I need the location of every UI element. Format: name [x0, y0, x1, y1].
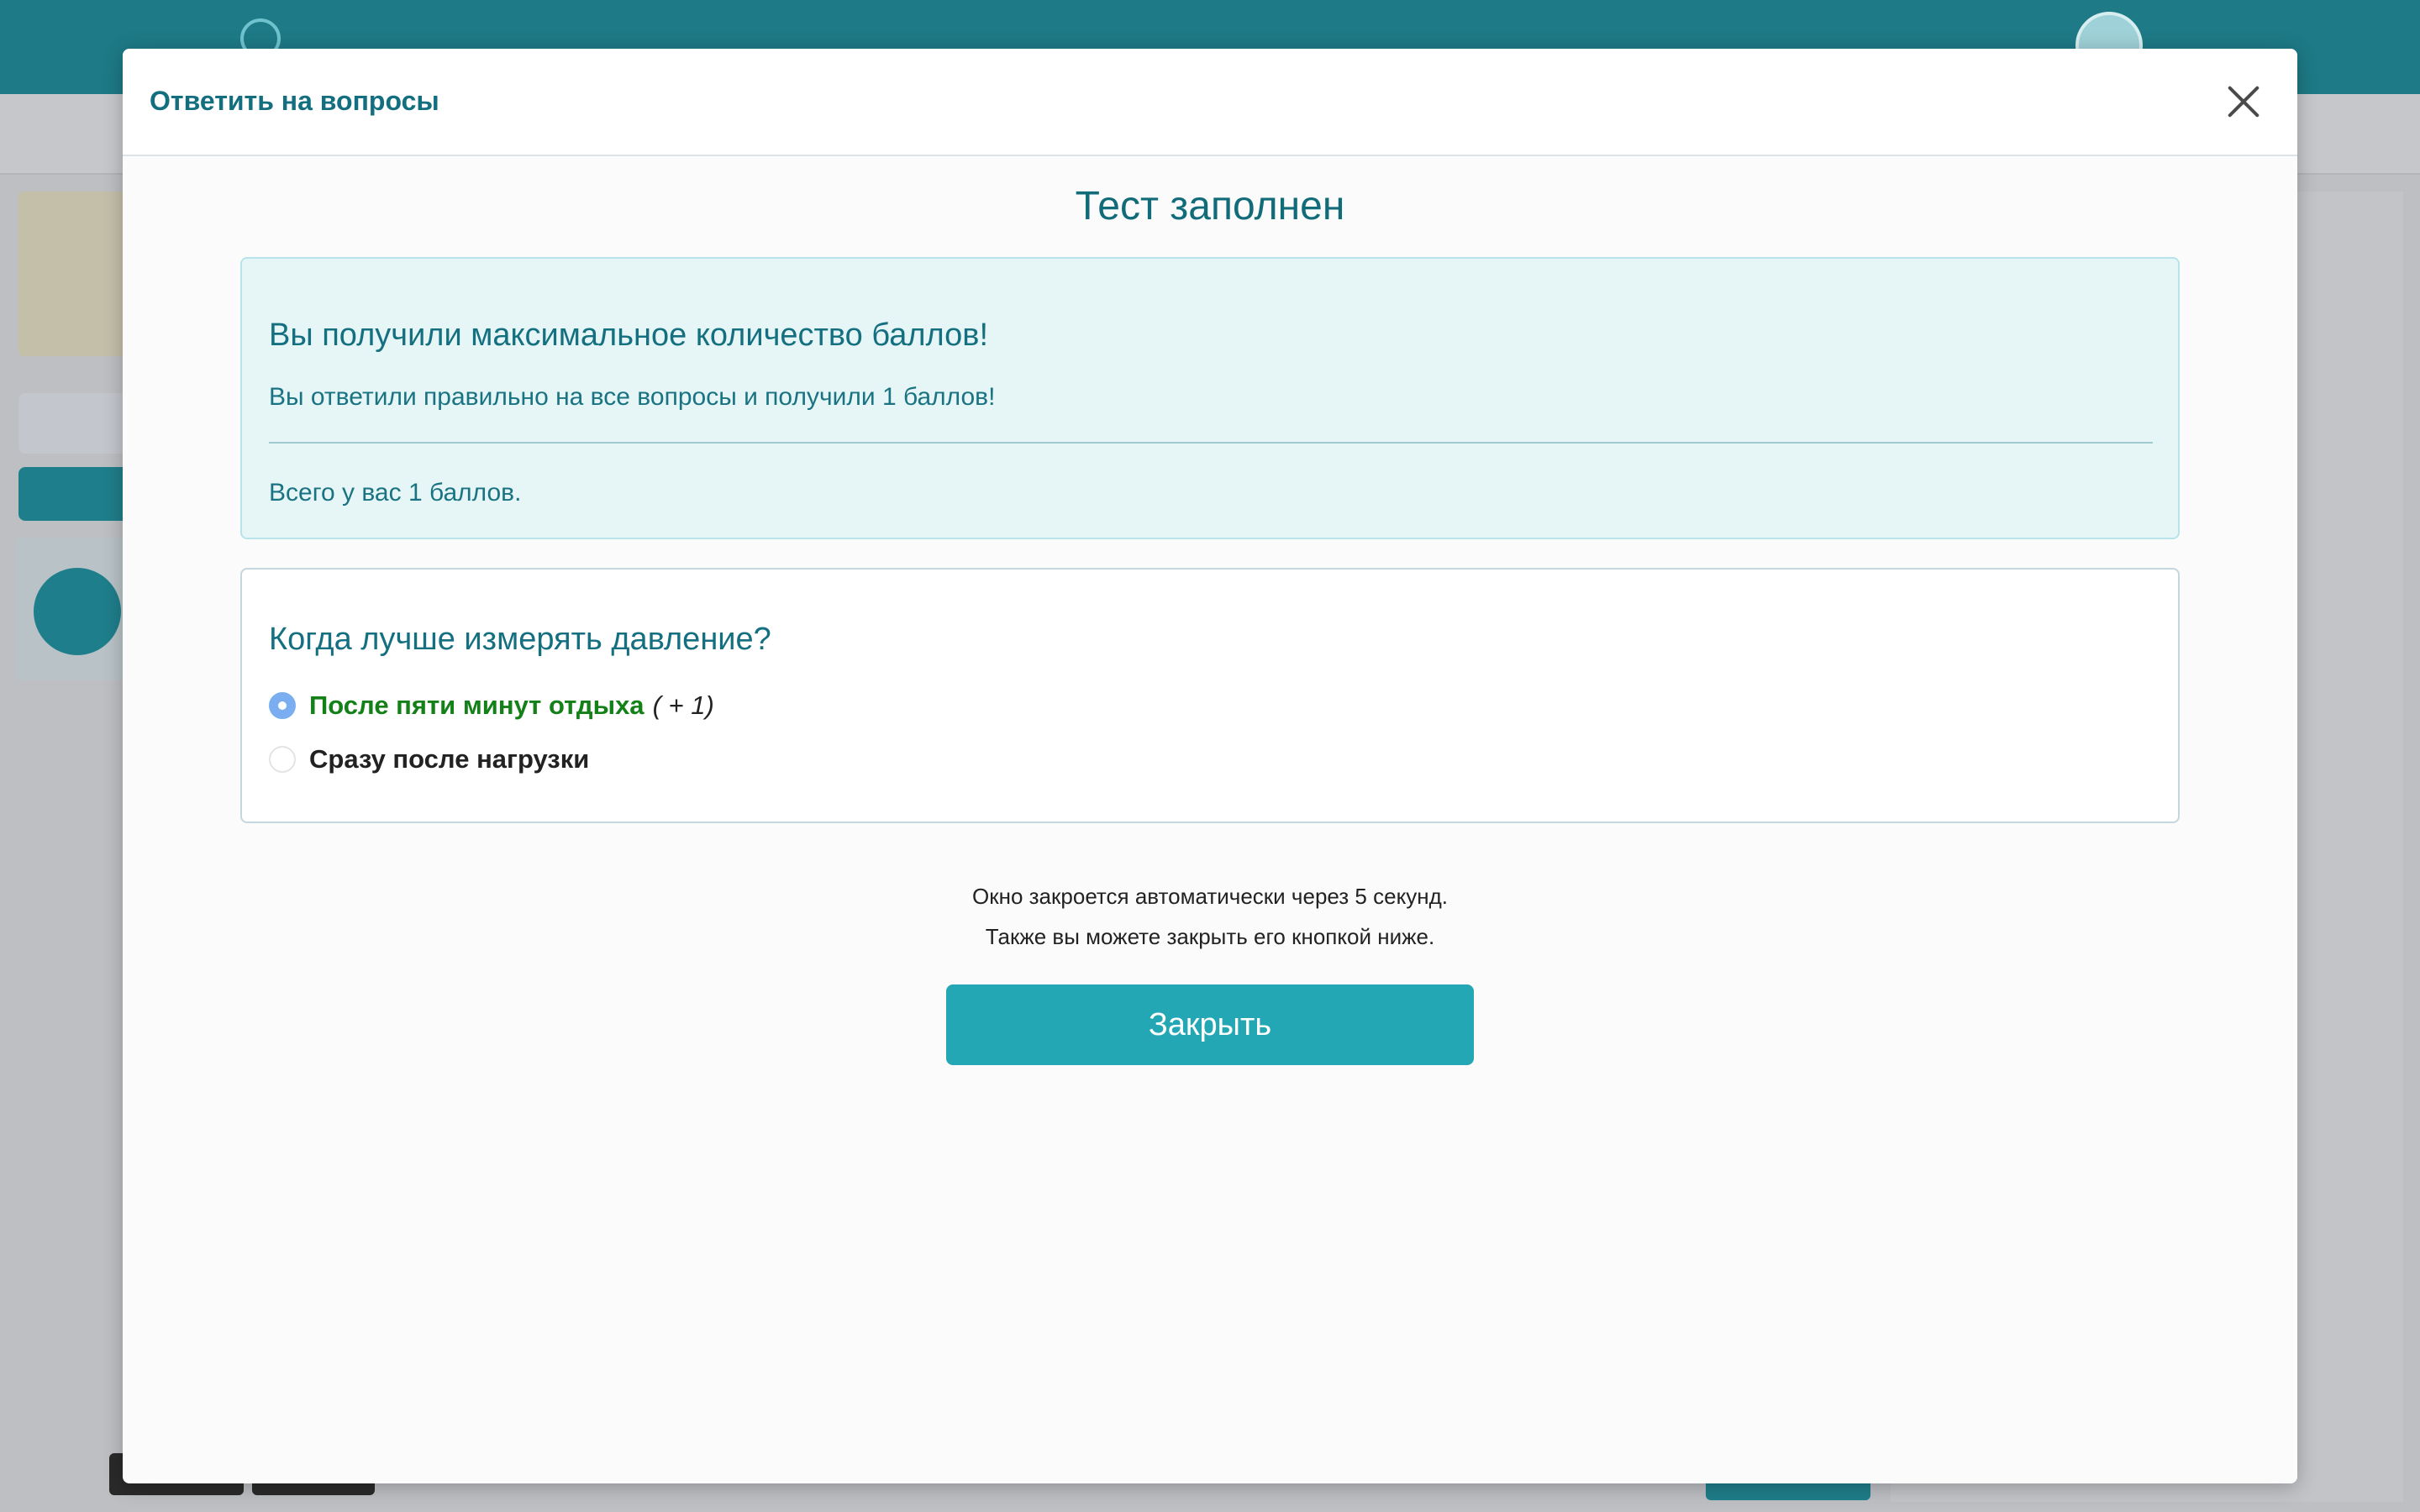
auto-close-hint: Также вы можете закрыть его кнопкой ниже… [985, 924, 1435, 949]
result-text: Вы ответили правильно на все вопросы и п… [269, 383, 996, 411]
answer-label: После пяти минут отдыха [309, 690, 644, 720]
radio-selected-icon[interactable] [269, 692, 296, 719]
result-total: Всего у вас 1 баллов. [269, 479, 522, 507]
auto-close-notice: Окно закроется автоматически через 5 сек… [972, 884, 1448, 909]
modal-header: Ответить на вопросы [123, 49, 2297, 156]
result-alert: Вы получили максимальное количество балл… [240, 257, 2180, 539]
answer-points: ( + 1) [652, 690, 714, 720]
background-avatar-icon [34, 568, 121, 655]
result-heading: Вы получили максимальное количество балл… [269, 318, 989, 353]
answer-label: Сразу после нагрузки [309, 744, 590, 774]
answer-option[interactable]: После пяти минут отдыха ( + 1) [269, 689, 714, 722]
close-icon[interactable] [2218, 77, 2269, 128]
question-card: Когда лучше измерять давление? После пят… [240, 568, 2180, 823]
result-title: Тест заполнен [1075, 184, 1345, 228]
question-text: Когда лучше измерять давление? [269, 622, 771, 657]
close-button[interactable]: Закрыть [946, 984, 1474, 1065]
answer-option[interactable]: Сразу после нагрузки [269, 743, 589, 776]
questions-modal: Ответить на вопросы Тест заполнен Вы пол… [123, 49, 2297, 1483]
background-advice-card [18, 192, 136, 356]
radio-unselected-icon[interactable] [269, 746, 296, 773]
modal-title: Ответить на вопросы [150, 86, 439, 116]
divider [269, 442, 2153, 444]
